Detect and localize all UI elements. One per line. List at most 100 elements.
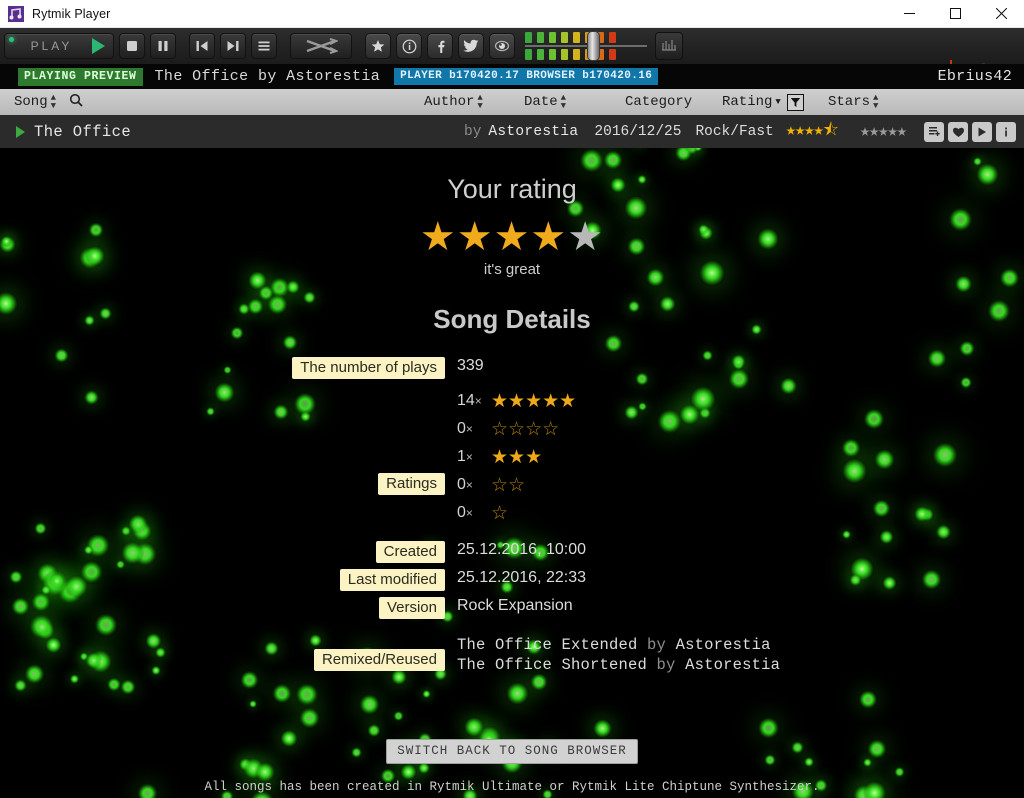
song-rating-stars: ★★★★⯪: [785, 122, 839, 141]
search-icon[interactable]: [69, 93, 83, 112]
volume-leds-bottom: [525, 49, 647, 60]
eye-button[interactable]: [489, 33, 515, 59]
remix-item[interactable]: The Office Extended by Astorestia: [457, 635, 780, 655]
playlist-button[interactable]: [251, 33, 277, 59]
volume-slider[interactable]: [525, 31, 647, 61]
details-table: The number of plays 339 Ratings 14× ★★★★★…: [0, 357, 1024, 675]
maximize-button[interactable]: [932, 0, 978, 28]
close-button[interactable]: [978, 0, 1024, 28]
equalizer-icon: [662, 40, 676, 51]
remixed-list: The Office Extended by Astorestia The Off…: [445, 633, 780, 675]
your-rating-heading: Your rating: [447, 174, 577, 204]
ratings-row-1-star: 0× ☆: [457, 499, 576, 527]
play-song-icon[interactable]: [972, 121, 992, 142]
version-value: Rock Expansion: [457, 597, 573, 614]
column-stars-label: Stars: [828, 94, 871, 110]
column-song[interactable]: Song ▲ ▼: [14, 93, 83, 112]
play-button[interactable]: PLAY: [4, 33, 114, 59]
glow-particle: [255, 762, 275, 782]
filter-icon[interactable]: [786, 93, 804, 111]
detail-row-modified: Last modified 25.12.2016, 22:33: [0, 569, 1024, 591]
remix-title: The Office Shortened: [457, 656, 648, 674]
next-button[interactable]: [220, 33, 246, 59]
glow-particle: [579, 148, 604, 173]
facebook-button[interactable]: [427, 33, 453, 59]
ratings-count: 14×: [457, 392, 482, 409]
plays-label: The number of plays: [292, 357, 445, 379]
switch-back-to-song-browser-button[interactable]: SWITCH BACK TO SONG BROWSER: [386, 739, 638, 764]
song-title: The Office: [34, 122, 132, 141]
twitter-icon: [463, 39, 479, 52]
user-name[interactable]: Ebrius42: [938, 68, 1012, 85]
pause-button[interactable]: [150, 33, 176, 59]
column-category[interactable]: Category: [625, 94, 692, 110]
play-button-label: PLAY: [30, 39, 73, 53]
your-rating-stars[interactable]: ★★★★★: [0, 217, 1024, 257]
minimize-button[interactable]: [886, 0, 932, 28]
now-playing-title: The Office by Astorestia: [154, 68, 381, 85]
ratings-breakdown: 14× ★★★★★ 0× ☆☆☆☆ 1× ★★★ 0× ☆☆ 0× ☆: [445, 387, 576, 527]
app-icon: [8, 5, 24, 22]
status-badge: PLAYING PREVIEW: [18, 67, 143, 86]
ratings-count: 1×: [457, 448, 473, 465]
remix-by: by: [656, 656, 676, 674]
play-triangle-icon[interactable]: [16, 125, 25, 138]
ratings-count: 0×: [457, 420, 473, 437]
song-row[interactable]: The Office by Astorestia 2016/12/25 Rock…: [0, 115, 1024, 148]
ratings-stars: ☆: [491, 502, 509, 524]
ratings-row-3-star: 1× ★★★: [457, 443, 576, 471]
glow-particle: [603, 150, 623, 170]
stop-button[interactable]: [119, 33, 145, 59]
remix-item[interactable]: The Office Shortened by Astorestia: [457, 655, 780, 675]
column-date[interactable]: Date ▲ ▼: [524, 93, 567, 111]
shuffle-icon: [306, 38, 338, 54]
ratings-stars: ☆☆☆☆: [491, 418, 560, 440]
song-category: Rock/Fast: [695, 123, 774, 140]
your-rating-star-3[interactable]: ★: [494, 215, 531, 259]
column-category-label: Category: [625, 94, 693, 110]
your-rating-star-2[interactable]: ★: [457, 215, 494, 259]
ratings-row-5-star: 14× ★★★★★: [457, 387, 576, 415]
shuffle-button[interactable]: [290, 33, 352, 59]
equalizer-button[interactable]: [655, 32, 683, 60]
column-rating[interactable]: Rating ▼: [722, 93, 804, 111]
column-stars[interactable]: Stars ▲ ▼: [828, 94, 878, 111]
list-icon: [258, 41, 270, 51]
eye-icon: [494, 40, 510, 52]
play-led-indicator: [9, 37, 14, 42]
ratings-label: Ratings: [378, 473, 445, 495]
twitter-button[interactable]: [458, 33, 484, 59]
your-rating-star-4[interactable]: ★: [530, 215, 567, 259]
info-button[interactable]: [396, 33, 422, 59]
player-toolbar: PLAY: [0, 28, 1024, 64]
ratings-count: 0×: [457, 476, 473, 493]
add-to-playlist-icon[interactable]: [924, 121, 944, 142]
favorites-button[interactable]: [365, 33, 391, 59]
glow-particle: [674, 148, 693, 162]
song-author[interactable]: Astorestia: [488, 124, 578, 140]
column-rating-label: Rating: [722, 94, 773, 110]
glow-particle: [684, 148, 699, 155]
your-rating-star-1[interactable]: ★: [420, 215, 457, 259]
song-info-icon[interactable]: [996, 121, 1016, 142]
remixed-label: Remixed/Reused: [313, 649, 445, 671]
volume-knob[interactable]: [587, 31, 600, 61]
window-title: Rytmik Player: [32, 6, 111, 21]
your-rating-star-5[interactable]: ★: [567, 215, 604, 259]
next-icon: [227, 41, 239, 51]
sort-arrows-icon: ▲ ▼: [560, 93, 567, 111]
pause-icon: [158, 41, 168, 51]
previous-icon: [196, 41, 208, 51]
song-details-panel: Your rating ★★★★★ it's great Song Detail…: [0, 148, 1024, 798]
previous-button[interactable]: [189, 33, 215, 59]
created-value: 25.12.2016, 10:00: [457, 541, 587, 558]
favorite-heart-icon[interactable]: [948, 121, 968, 142]
modified-label: Last modified: [339, 569, 445, 591]
detail-row-version: Version Rock Expansion: [0, 597, 1024, 619]
rytmik-cloud-logo[interactable]: [960, 57, 1016, 64]
column-author[interactable]: Author ▲ ▼: [424, 94, 483, 111]
column-date-label: Date: [524, 94, 558, 110]
remix-title: The Office Extended: [457, 636, 638, 654]
detail-row-plays: The number of plays 339: [0, 357, 1024, 379]
song-details-heading: Song Details: [433, 304, 591, 334]
